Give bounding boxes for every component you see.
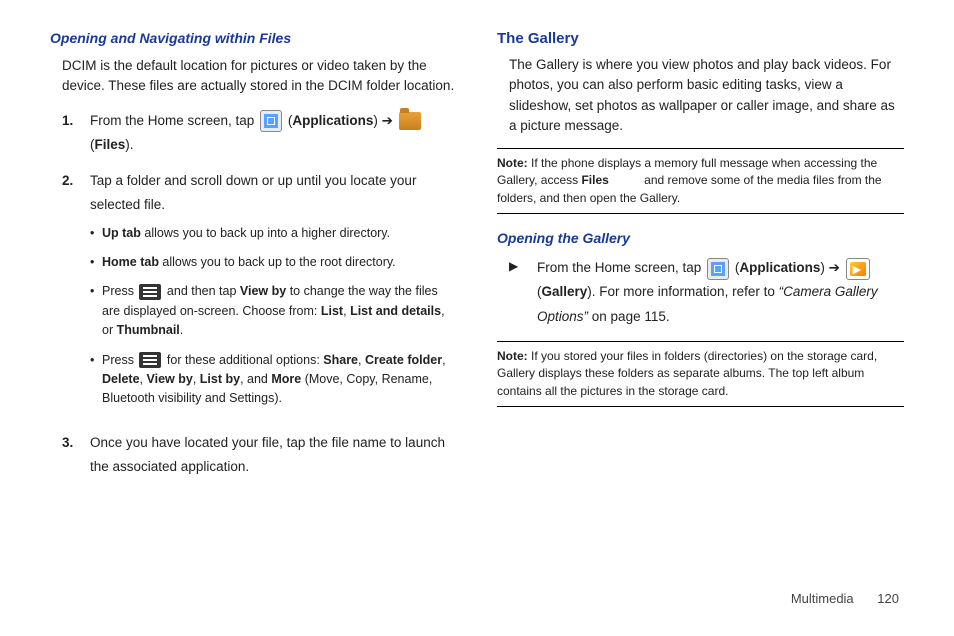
note-memory-full: Note: If the phone displays a memory ful… bbox=[497, 148, 904, 214]
label-applications: Applications bbox=[292, 113, 373, 128]
text: on page 115. bbox=[588, 309, 670, 324]
sub-bullets: Up tab allows you to back up into a high… bbox=[90, 224, 457, 409]
files-folder-icon bbox=[399, 112, 421, 130]
footer-section: Multimedia bbox=[791, 591, 854, 606]
heading-the-gallery: The Gallery bbox=[497, 30, 904, 47]
text: If you stored your files in folders (dir… bbox=[497, 349, 877, 398]
label-files: Files bbox=[581, 173, 608, 187]
gallery-intro: The Gallery is where you view photos and… bbox=[509, 55, 904, 136]
bullet-up-tab: Up tab allows you to back up into a high… bbox=[90, 224, 457, 243]
text: ). For more information, refer to bbox=[587, 284, 778, 299]
text: ) ➔ bbox=[373, 113, 396, 128]
step-3: 3. Once you have located your file, tap … bbox=[62, 431, 457, 480]
gallery-step: ▶ From the Home screen, tap (Application… bbox=[509, 256, 904, 329]
page-number: 120 bbox=[877, 591, 899, 606]
subheading-opening-files: Opening and Navigating within Files bbox=[50, 30, 457, 46]
menu-icon bbox=[139, 284, 161, 300]
gallery-icon bbox=[846, 258, 870, 280]
step-2: 2. Tap a folder and scroll down or up un… bbox=[62, 169, 457, 419]
step-1: 1. From the Home screen, tap (Applicatio… bbox=[62, 109, 457, 158]
right-column: The Gallery The Gallery is where you vie… bbox=[497, 30, 904, 491]
subheading-opening-gallery: Opening the Gallery bbox=[497, 230, 904, 246]
note-folders-albums: Note: If you stored your files in folder… bbox=[497, 341, 904, 407]
left-column: Opening and Navigating within Files DCIM… bbox=[50, 30, 457, 491]
page-footer: Multimedia 120 bbox=[791, 591, 899, 606]
note-label: Note: bbox=[497, 349, 528, 363]
intro-paragraph: DCIM is the default location for picture… bbox=[62, 56, 457, 97]
steps-list: 1. From the Home screen, tap (Applicatio… bbox=[62, 109, 457, 480]
label-applications: Applications bbox=[739, 260, 820, 275]
text: ) ➔ bbox=[820, 260, 843, 275]
applications-icon bbox=[707, 258, 729, 280]
label-files: Files bbox=[95, 137, 126, 152]
text: ). bbox=[125, 137, 133, 152]
applications-icon bbox=[260, 110, 282, 132]
text: From the Home screen, tap bbox=[90, 113, 258, 128]
bullet-home-tab: Home tab allows you to back up to the ro… bbox=[90, 253, 457, 272]
label-gallery: Gallery bbox=[542, 284, 588, 299]
note-label: Note: bbox=[497, 156, 528, 170]
bullet-more-options: Press for these additional options: Shar… bbox=[90, 351, 457, 409]
text: From the Home screen, tap bbox=[537, 260, 705, 275]
bullet-view-by: Press and then tap View by to change the… bbox=[90, 282, 457, 340]
triangle-marker-icon: ▶ bbox=[509, 256, 537, 329]
menu-icon bbox=[139, 352, 161, 368]
text: Tap a folder and scroll down or up until… bbox=[90, 173, 416, 212]
